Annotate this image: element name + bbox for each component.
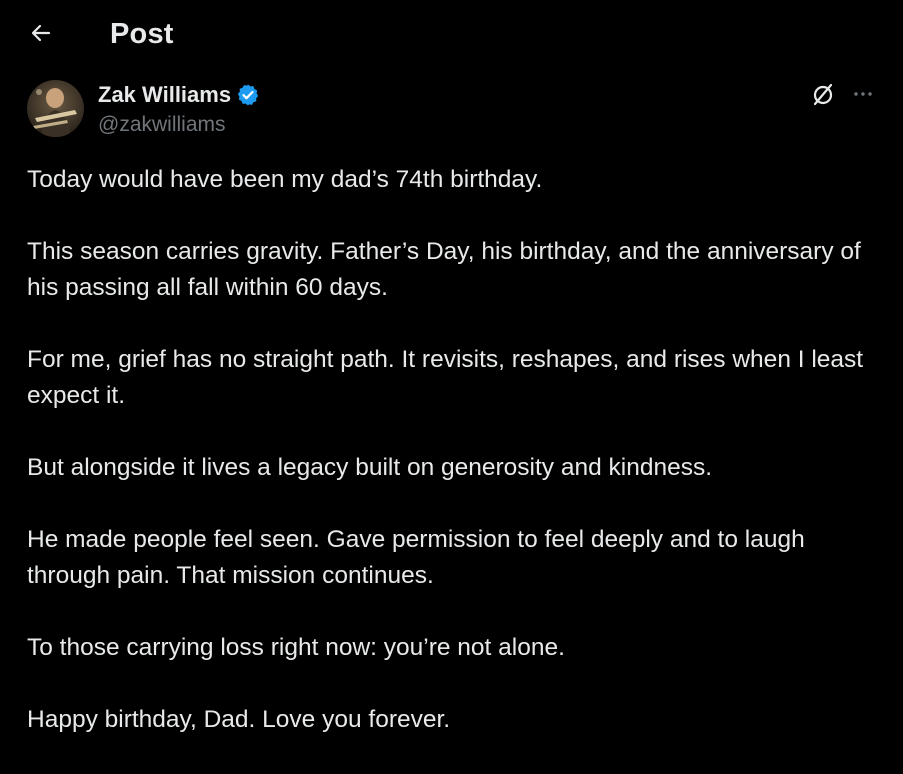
post-text: Today would have been my dad’s 74th birt… — [27, 162, 877, 774]
author-row: Zak Williams @zakwilliams — [27, 80, 877, 140]
back-button[interactable] — [27, 21, 55, 49]
more-horizontal-icon — [851, 82, 875, 111]
author-handle[interactable]: @zakwilliams — [98, 113, 226, 137]
post-paragraph: Today would have been my dad’s 74th birt… — [27, 166, 543, 193]
post-paragraph: But alongside it lives a legacy built on… — [27, 454, 713, 481]
post-paragraph: This season carries gravity. Father’s Da… — [27, 238, 861, 301]
post-paragraph: Happy birthday, Dad. Love you forever. — [27, 706, 451, 733]
author-name: Zak Williams — [98, 82, 232, 107]
page-title: Post — [110, 18, 174, 50]
verified-badge-icon — [236, 83, 260, 107]
post-paragraph: For me, grief has no straight path. It r… — [27, 346, 864, 409]
post-paragraph: He made people feel seen. Gave permissio… — [27, 526, 805, 589]
post-header: Post — [0, 0, 903, 70]
grok-icon — [810, 81, 836, 112]
post-paragraph: To those carrying loss right now: you’re… — [27, 634, 565, 661]
arrow-left-icon — [29, 21, 53, 50]
avatar[interactable] — [27, 80, 84, 137]
more-button[interactable] — [847, 80, 879, 112]
grok-button[interactable] — [807, 80, 839, 112]
author-name-link[interactable]: Zak Williams — [98, 82, 260, 108]
